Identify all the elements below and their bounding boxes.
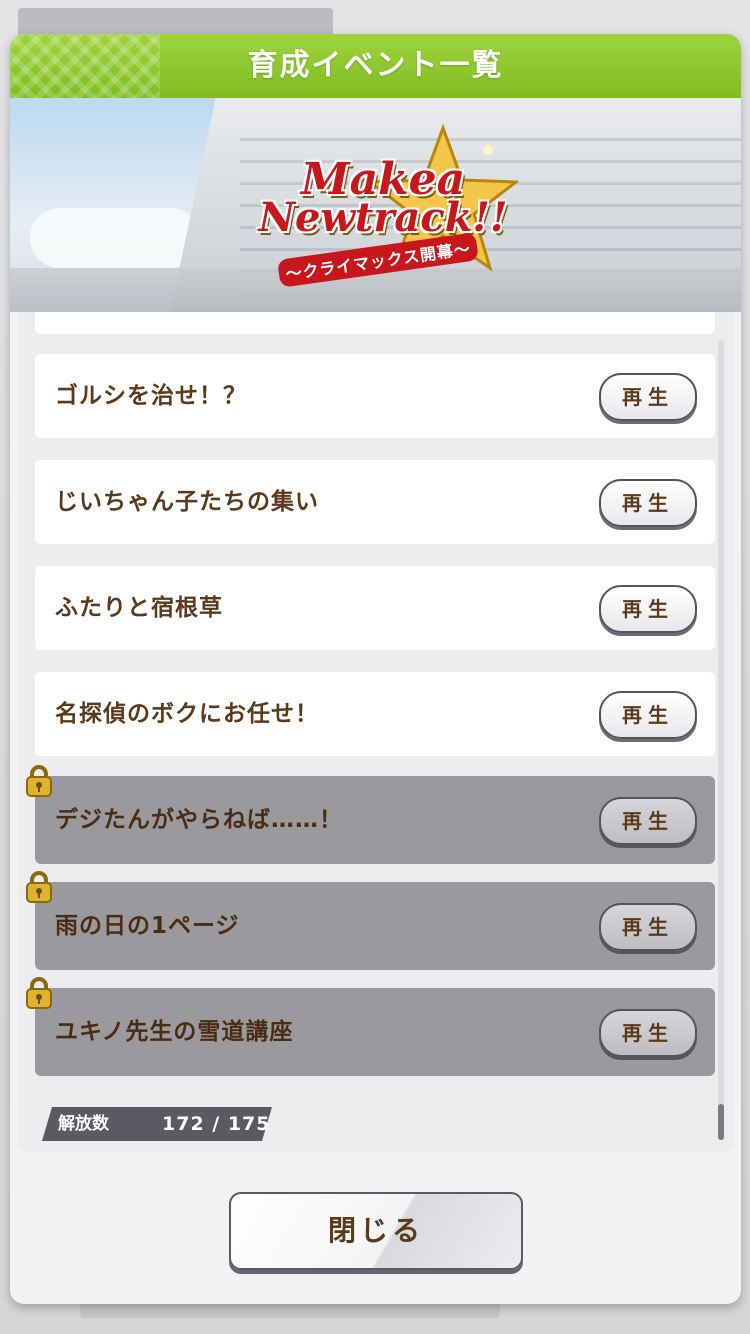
- event-title: ゴルシを治せ！？: [55, 383, 247, 409]
- dialog-title: 育成イベント一覧: [247, 48, 504, 83]
- event-title: ふたりと宿根草: [55, 595, 223, 621]
- list-item: 名探偵のボクにお任せ！ 再生: [35, 672, 715, 756]
- scrollbar[interactable]: [718, 340, 724, 1140]
- event-title: じいちゃん子たちの集い: [55, 489, 319, 515]
- list-item-partial: [35, 312, 715, 334]
- event-title: デジたんがやらねば……！: [55, 807, 343, 833]
- list-item-locked: 雨の日の1ページ 再生: [26, 871, 715, 970]
- lock-icon: [26, 977, 52, 1009]
- play-button[interactable]: 再生: [599, 479, 697, 527]
- event-list-dialog: 育成イベント一覧 Makea Newtrack!! 〜クライマックス開幕〜 ゴル…: [10, 34, 741, 1304]
- lock-icon: [26, 765, 52, 797]
- event-title: 雨の日の1ページ: [55, 913, 240, 939]
- list-item: ふたりと宿根草 再生: [35, 566, 715, 650]
- lock-icon: [26, 871, 52, 903]
- unlock-count-value: 172 / 175: [162, 1113, 271, 1135]
- dialog-titlebar: 育成イベント一覧: [10, 34, 741, 98]
- unlock-count-label: 解放数: [58, 1114, 109, 1134]
- list-item: ゴルシを治せ！？ 再生: [35, 354, 715, 438]
- list-item-locked: デジたんがやらねば……！ 再生: [26, 765, 715, 864]
- scenario-banner: Makea Newtrack!! 〜クライマックス開幕〜: [10, 98, 741, 312]
- play-button[interactable]: 再生: [599, 691, 697, 739]
- unlock-count-badge: 解放数 172 / 175: [42, 1107, 272, 1141]
- close-button[interactable]: 閉じる: [229, 1192, 523, 1270]
- play-button[interactable]: 再生: [599, 1009, 697, 1057]
- play-button[interactable]: 再生: [599, 903, 697, 951]
- play-button[interactable]: 再生: [599, 585, 697, 633]
- event-title: ユキノ先生の雪道講座: [55, 1019, 294, 1045]
- list-item-locked: ユキノ先生の雪道講座 再生: [26, 977, 715, 1076]
- scenario-logo: Makea Newtrack!! 〜クライマックス開幕〜: [248, 118, 518, 288]
- event-title: 名探偵のボクにお任せ！: [55, 701, 319, 727]
- list-item: じいちゃん子たちの集い 再生: [35, 460, 715, 544]
- scrollbar-thumb[interactable]: [718, 1104, 724, 1140]
- play-button[interactable]: 再生: [599, 797, 697, 845]
- logo-line-2: Newtrack!!: [258, 194, 508, 241]
- event-list[interactable]: ゴルシを治せ！？ 再生 じいちゃん子たちの集い 再生 ふたりと宿根草 再生 名探…: [18, 312, 733, 1152]
- play-button[interactable]: 再生: [599, 373, 697, 421]
- banner-cloud: [30, 208, 200, 268]
